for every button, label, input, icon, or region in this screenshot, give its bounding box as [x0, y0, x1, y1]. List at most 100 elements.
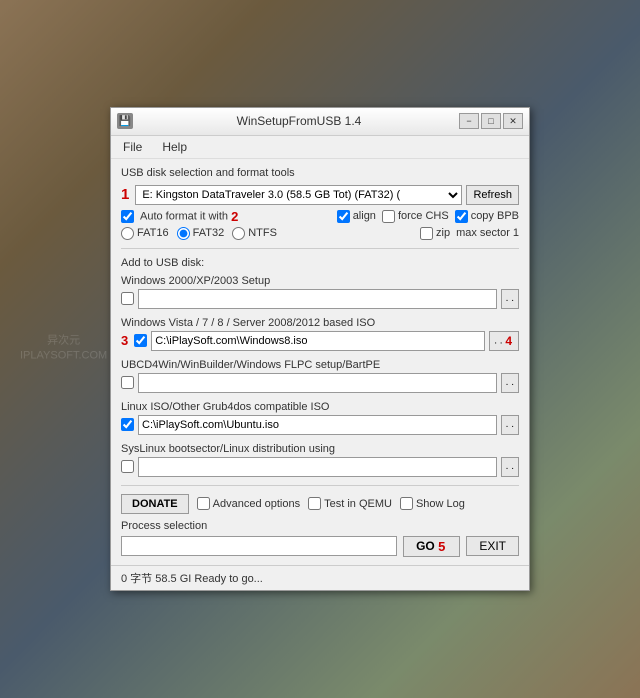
force-chs-option: force CHS — [382, 210, 449, 223]
process-label: Process selection — [121, 520, 519, 532]
num-badge-2: 2 — [231, 209, 238, 224]
advanced-option: Advanced options — [197, 497, 300, 510]
status-text: 0 字节 58.5 GI Ready to go... — [121, 573, 263, 585]
showlog-option: Show Log — [400, 497, 465, 510]
auto-format-checkbox[interactable] — [121, 210, 134, 223]
iso-input-linux[interactable] — [138, 415, 497, 435]
show-log-label: Show Log — [416, 498, 465, 510]
max-sector-option: max sector 1 — [456, 227, 519, 239]
iso-checkbox-syslinux[interactable] — [121, 460, 134, 473]
refresh-button[interactable]: Refresh — [466, 185, 519, 205]
max-sector-value: 1 — [513, 227, 519, 239]
fat32-radio[interactable] — [177, 227, 190, 240]
align-option: align — [337, 210, 376, 223]
browse-button-win2000[interactable]: . . — [501, 289, 519, 309]
advanced-label: Advanced options — [213, 498, 300, 510]
help-menu[interactable]: Help — [158, 138, 191, 156]
iso-title-syslinux: SysLinux bootsector/Linux distribution u… — [121, 443, 519, 455]
copy-bpb-checkbox[interactable] — [455, 210, 468, 223]
ntfs-label: NTFS — [248, 227, 277, 239]
disk-selection-row: 1 E: Kingston DataTraveler 3.0 (58.5 GB … — [121, 185, 519, 205]
disk-dropdown[interactable]: E: Kingston DataTraveler 3.0 (58.5 GB To… — [135, 185, 462, 205]
num-badge-1: 1 — [121, 186, 129, 203]
process-input[interactable] — [121, 536, 397, 556]
zip-label: zip — [436, 227, 450, 239]
titlebar: 💾 WinSetupFromUSB 1.4 − □ ✕ — [111, 108, 529, 136]
process-row: GO 5 EXIT — [121, 536, 519, 557]
window-title: WinSetupFromUSB 1.4 — [139, 114, 459, 128]
close-button[interactable]: ✕ — [503, 113, 523, 129]
add-section-label: Add to USB disk: — [121, 257, 519, 269]
show-log-checkbox[interactable] — [400, 497, 413, 510]
iso-row-syslinux: . . — [121, 457, 519, 477]
main-window: 💾 WinSetupFromUSB 1.4 − □ ✕ File Help US… — [110, 107, 530, 591]
iso-checkbox-ubcd[interactable] — [121, 376, 134, 389]
file-menu[interactable]: File — [119, 138, 146, 156]
iso-entry-syslinux: SysLinux bootsector/Linux distribution u… — [121, 443, 519, 477]
iso-row-win2000: . . — [121, 289, 519, 309]
advanced-checkbox[interactable] — [197, 497, 210, 510]
iso-input-ubcd[interactable] — [138, 373, 497, 393]
fat16-radio[interactable] — [121, 227, 134, 240]
format-type-row: FAT16 FAT32 NTFS zip max sector 1 — [121, 227, 519, 240]
num-badge-5: 5 — [438, 539, 445, 554]
maximize-button[interactable]: □ — [481, 113, 501, 129]
iso-row-ubcd: . . — [121, 373, 519, 393]
iso-entry-win2000: Windows 2000/XP/2003 Setup . . — [121, 275, 519, 309]
ntfs-radio[interactable] — [232, 227, 245, 240]
copy-bpb-label: copy BPB — [471, 210, 519, 222]
iso-row-winvista: 3 . . 4 — [121, 331, 519, 351]
statusbar: 0 字节 58.5 GI Ready to go... — [111, 565, 529, 590]
bottom-options-row: DONATE Advanced options Test in QEMU Sho… — [121, 494, 519, 514]
fat32-label: FAT32 — [193, 227, 225, 239]
max-sector-label: max sector — [456, 227, 510, 239]
donate-button[interactable]: DONATE — [121, 494, 189, 514]
iso-checkbox-win2000[interactable] — [121, 292, 134, 305]
go-button[interactable]: GO 5 — [403, 536, 460, 557]
iso-input-win2000[interactable] — [138, 289, 497, 309]
titlebar-buttons: − □ ✕ — [459, 113, 523, 129]
iso-entry-ubcd: UBCD4Win/WinBuilder/Windows FLPC setup/B… — [121, 359, 519, 393]
force-chs-label: force CHS — [398, 210, 449, 222]
qemu-checkbox[interactable] — [308, 497, 321, 510]
qemu-label: Test in QEMU — [324, 498, 392, 510]
copy-bpb-option: copy BPB — [455, 210, 519, 223]
force-chs-checkbox[interactable] — [382, 210, 395, 223]
app-icon: 💾 — [117, 113, 133, 129]
iso-row-linux: . . — [121, 415, 519, 435]
browse-button-ubcd[interactable]: . . — [501, 373, 519, 393]
zip-checkbox[interactable] — [420, 227, 433, 240]
iso-input-winvista[interactable] — [151, 331, 485, 351]
iso-entry-linux: Linux ISO/Other Grub4dos compatible ISO … — [121, 401, 519, 435]
watermark: 异次元 IPLAYSOFT.COM — [20, 334, 107, 365]
menubar: File Help — [111, 136, 529, 159]
align-label: align — [353, 210, 376, 222]
fat32-option: FAT32 — [177, 227, 225, 240]
num-badge-4: 4 — [505, 334, 512, 348]
format-row: Auto format it with 2 align force CHS co… — [121, 209, 519, 224]
divider-1 — [121, 248, 519, 249]
qemu-option: Test in QEMU — [308, 497, 392, 510]
align-checkbox[interactable] — [337, 210, 350, 223]
fat16-label: FAT16 — [137, 227, 169, 239]
iso-title-linux: Linux ISO/Other Grub4dos compatible ISO — [121, 401, 519, 413]
ntfs-option: NTFS — [232, 227, 277, 240]
fat16-option: FAT16 — [121, 227, 169, 240]
iso-title-ubcd: UBCD4Win/WinBuilder/Windows FLPC setup/B… — [121, 359, 519, 371]
iso-title-win2000: Windows 2000/XP/2003 Setup — [121, 275, 519, 287]
iso-input-syslinux[interactable] — [138, 457, 497, 477]
divider-2 — [121, 485, 519, 486]
browse-button-syslinux[interactable]: . . — [501, 457, 519, 477]
minimize-button[interactable]: − — [459, 113, 479, 129]
disk-section-label: USB disk selection and format tools — [121, 167, 519, 179]
num-badge-3: 3 — [121, 333, 128, 348]
auto-format-label: Auto format it with 2 — [140, 209, 240, 224]
browse-button-linux[interactable]: . . — [501, 415, 519, 435]
exit-button[interactable]: EXIT — [466, 536, 519, 556]
zip-option: zip — [420, 227, 450, 240]
iso-checkbox-winvista[interactable] — [134, 334, 147, 347]
iso-title-winvista: Windows Vista / 7 / 8 / Server 2008/2012… — [121, 317, 519, 329]
content-area: USB disk selection and format tools 1 E:… — [111, 159, 529, 565]
iso-checkbox-linux[interactable] — [121, 418, 134, 431]
browse-button-winvista[interactable]: . . 4 — [489, 331, 519, 351]
